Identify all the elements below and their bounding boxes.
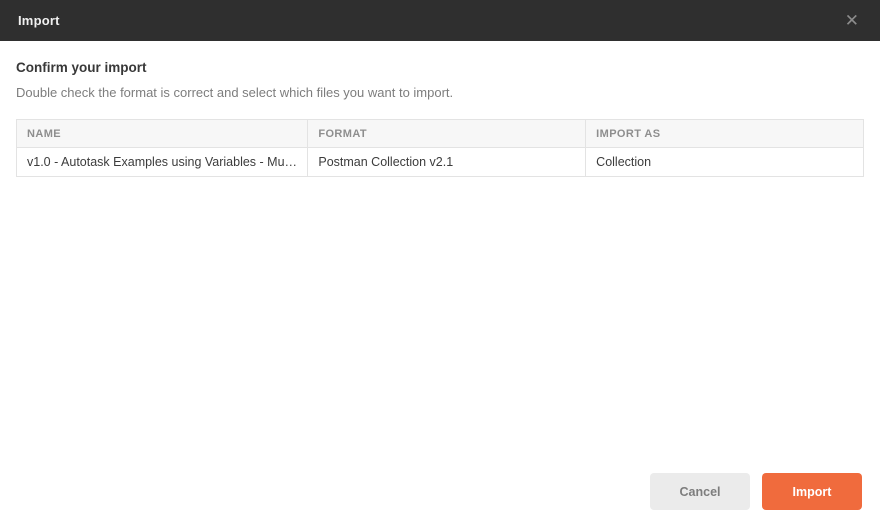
- table-row[interactable]: v1.0 - Autotask Examples using Variables…: [17, 148, 864, 177]
- dialog-footer: Cancel Import: [650, 473, 862, 510]
- dialog-body: Confirm your import Double check the for…: [0, 60, 880, 177]
- confirm-heading: Confirm your import: [16, 60, 864, 75]
- cancel-button[interactable]: Cancel: [650, 473, 750, 510]
- import-button[interactable]: Import: [762, 473, 862, 510]
- close-icon[interactable]: ✕: [841, 10, 863, 31]
- cell-file-name: v1.0 - Autotask Examples using Variables…: [17, 148, 308, 177]
- dialog-titlebar: Import ✕: [0, 0, 880, 41]
- import-files-table: NAME FORMAT IMPORT AS v1.0 - Autotask Ex…: [16, 119, 864, 177]
- dialog-title: Import: [18, 13, 60, 28]
- table-header-row: NAME FORMAT IMPORT AS: [17, 120, 864, 148]
- column-header-name: NAME: [17, 120, 308, 148]
- column-header-format: FORMAT: [308, 120, 586, 148]
- confirm-subtitle: Double check the format is correct and s…: [16, 85, 864, 100]
- cell-format: Postman Collection v2.1: [308, 148, 586, 177]
- cell-import-as[interactable]: Collection: [586, 148, 864, 177]
- column-header-import-as: IMPORT AS: [586, 120, 864, 148]
